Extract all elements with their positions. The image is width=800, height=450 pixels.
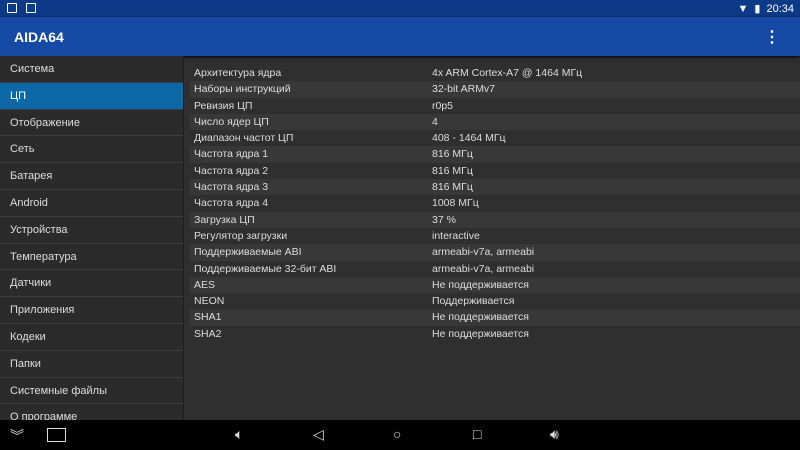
wifi-icon: ▼ bbox=[737, 2, 749, 15]
row-value: 37 % bbox=[432, 213, 456, 226]
table-row: Ревизия ЦП r0p5 bbox=[190, 98, 800, 114]
home-icon[interactable]: ○ bbox=[393, 426, 401, 442]
row-label: Регулятор загрузки bbox=[194, 229, 288, 242]
row-value: 4x ARM Cortex-A7 @ 1464 МГц bbox=[432, 67, 583, 79]
sidebar-item[interactable]: Отображение bbox=[0, 110, 183, 137]
row-label: Частота ядра 2 bbox=[194, 164, 269, 177]
row-value: 408 - 1464 МГц bbox=[432, 132, 506, 145]
sidebar-item[interactable]: Батарея bbox=[0, 163, 183, 190]
sidebar-item[interactable]: Приложения bbox=[0, 297, 183, 324]
table-row: Частота ядра 1 816 МГц bbox=[190, 146, 800, 163]
row-label: AES bbox=[194, 278, 216, 291]
sidebar-item[interactable]: Температура bbox=[0, 244, 183, 271]
image-notification-icon bbox=[7, 3, 17, 13]
table-row: SHA1 Не поддерживается bbox=[190, 309, 800, 326]
row-value: armeabi-v7a, armeabi bbox=[432, 246, 535, 259]
row-value: 1008 МГц bbox=[432, 197, 479, 210]
row-label: SHA1 bbox=[194, 311, 222, 324]
app-title: AIDA64 bbox=[14, 29, 64, 45]
sidebar-item[interactable]: Датчики bbox=[0, 270, 183, 298]
sidebar-item[interactable]: Папки bbox=[0, 351, 183, 378]
table-row: Частота ядра 3 816 МГц bbox=[190, 179, 800, 196]
sidebar-item[interactable]: О программе bbox=[0, 404, 183, 420]
row-label: Ревизия ЦП bbox=[194, 99, 253, 112]
navigation-bar: ︾ 🔈︎ ◁ ○ □ 🔊︎ bbox=[0, 420, 800, 450]
sidebar-item[interactable]: Кодеки bbox=[0, 324, 183, 351]
table-row: Загрузка ЦП 37 % bbox=[190, 211, 800, 228]
table-row: Наборы инструкций 32-bit ARMv7 bbox=[190, 81, 800, 98]
row-label: Частота ядра 4 bbox=[194, 197, 269, 210]
table-row: Регулятор загрузки interactive bbox=[190, 228, 800, 244]
table-row: NEON Поддерживается bbox=[190, 293, 800, 309]
row-label: Частота ядра 1 bbox=[194, 148, 269, 161]
back-icon[interactable]: ◁ bbox=[313, 426, 324, 443]
row-value: Не поддерживается bbox=[432, 311, 529, 324]
table-row: Поддерживаемые ABI armeabi-v7a, armeabi bbox=[190, 244, 800, 261]
row-value: 4 bbox=[432, 115, 438, 128]
row-label: Архитектура ядра bbox=[194, 67, 282, 79]
row-value: 32-bit ARMv7 bbox=[432, 83, 496, 96]
row-value: 816 МГц bbox=[432, 181, 473, 194]
row-label: Диапазон частот ЦП bbox=[194, 132, 294, 145]
row-label: SHA2 bbox=[194, 327, 222, 340]
app-bar: AIDA64 ⋮ bbox=[0, 17, 800, 56]
clipboard-notification-icon bbox=[26, 3, 36, 13]
collapse-icon[interactable]: ︾ bbox=[10, 426, 24, 446]
row-value: 816 МГц bbox=[432, 164, 473, 177]
sidebar-item[interactable]: Система bbox=[0, 56, 183, 83]
row-label: Частота ядра 3 bbox=[194, 181, 269, 194]
table-row: Архитектура ядра 4x ARM Cortex-A7 @ 1464 … bbox=[190, 65, 800, 81]
volume-up-icon[interactable]: 🔊︎ bbox=[550, 426, 559, 443]
sidebar: Система ЦП Отображение Сеть Батарея Android Ус… bbox=[0, 56, 184, 420]
row-label: Поддерживаемые 32-бит ABI bbox=[194, 262, 337, 275]
row-label: Число ядер ЦП bbox=[194, 115, 269, 128]
row-label: Загрузка ЦП bbox=[194, 213, 255, 226]
row-value: Поддерживается bbox=[432, 295, 515, 308]
row-value: Не поддерживается bbox=[432, 278, 529, 291]
recents-icon[interactable]: □ bbox=[473, 426, 481, 442]
sidebar-item[interactable]: ЦП bbox=[0, 82, 183, 110]
screenshot-icon[interactable] bbox=[47, 428, 66, 442]
more-vert-icon[interactable]: ⋮ bbox=[764, 27, 780, 47]
row-label: Наборы инструкций bbox=[194, 83, 291, 96]
table-row: Поддерживаемые 32-бит ABI armeabi-v7a, ar… bbox=[190, 261, 800, 277]
row-value: interactive bbox=[432, 229, 480, 242]
row-label: NEON bbox=[194, 295, 225, 308]
volume-down-icon[interactable]: 🔈︎ bbox=[235, 426, 243, 443]
row-value: Не поддерживается bbox=[432, 327, 529, 340]
row-value: armeabi-v7a, armeabi bbox=[432, 262, 535, 275]
sidebar-item[interactable]: Системные файлы bbox=[0, 378, 183, 405]
sidebar-item[interactable]: Android bbox=[0, 190, 183, 217]
row-value: r0p5 bbox=[432, 99, 454, 112]
table-row: AES Не поддерживается bbox=[190, 276, 800, 294]
table-row: Диапазон частот ЦП 408 - 1464 МГц bbox=[190, 130, 800, 146]
row-label: Поддерживаемые ABI bbox=[194, 246, 302, 259]
row-value: 816 МГц bbox=[432, 148, 473, 161]
sidebar-item[interactable]: Устройства bbox=[0, 217, 183, 244]
table-row: SHA2 Не поддерживается bbox=[190, 326, 800, 342]
clock: 20:34 bbox=[766, 2, 794, 15]
table-row: Число ядер ЦП 4 bbox=[190, 113, 800, 131]
table-row: Частота ядра 2 816 МГц bbox=[190, 163, 800, 179]
table-row: Частота ядра 4 1008 МГц bbox=[190, 195, 800, 211]
battery-icon: ▮ bbox=[754, 3, 761, 15]
sidebar-item[interactable]: Сеть bbox=[0, 136, 183, 164]
status-bar: ▼ ▮ 20:34 bbox=[0, 0, 800, 17]
cpu-info-table: Архитектура ядра 4x ARM Cortex-A7 @ 1464 … bbox=[190, 65, 800, 342]
